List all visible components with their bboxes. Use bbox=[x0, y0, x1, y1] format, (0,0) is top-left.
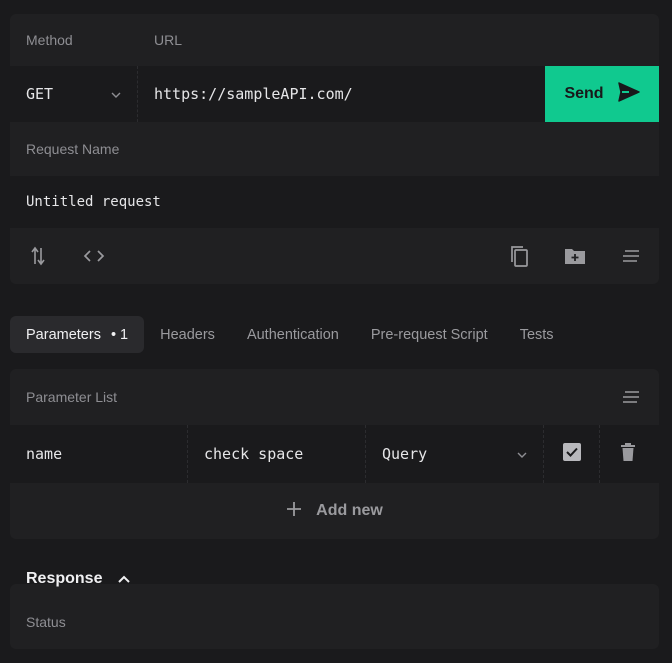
parameters-card: Parameter List name check space Query Ad… bbox=[10, 369, 659, 539]
send-button[interactable]: Send bbox=[545, 66, 659, 122]
request-name-input[interactable]: Untitled request bbox=[10, 176, 659, 228]
parameter-list-header: Parameter List bbox=[10, 369, 659, 425]
add-new-parameter-button[interactable]: Add new bbox=[10, 483, 659, 539]
request-labels-row: Method URL bbox=[10, 14, 659, 66]
response-card: Status bbox=[10, 584, 659, 649]
method-label: Method bbox=[26, 32, 73, 48]
response-title: Response bbox=[26, 570, 103, 587]
table-row: name check space Query bbox=[10, 425, 659, 483]
request-toolbar bbox=[10, 228, 659, 284]
url-label: URL bbox=[154, 32, 183, 48]
param-enabled-checkbox[interactable] bbox=[544, 425, 600, 483]
response-toggle[interactable]: Response bbox=[26, 570, 131, 588]
add-new-label: Add new bbox=[316, 502, 383, 519]
param-delete-button[interactable] bbox=[600, 425, 656, 483]
code-icon[interactable] bbox=[82, 244, 106, 268]
url-input[interactable]: https://sampleAPI.com/ bbox=[138, 66, 545, 122]
trash-icon bbox=[621, 443, 635, 465]
method-value: GET bbox=[26, 85, 54, 103]
folder-add-icon[interactable] bbox=[563, 244, 587, 268]
status-label: Status bbox=[26, 614, 66, 630]
chevron-down-icon bbox=[517, 448, 527, 461]
wrap-lines-icon[interactable] bbox=[619, 244, 643, 268]
tab-pre-request-script[interactable]: Pre-request Script bbox=[355, 316, 504, 353]
tab-parameters[interactable]: Parameters • 1 bbox=[10, 316, 145, 353]
parameter-list-title: Parameter List bbox=[26, 389, 118, 405]
tab-authentication[interactable]: Authentication bbox=[231, 316, 355, 353]
request-name-label: Request Name bbox=[26, 141, 120, 157]
send-icon bbox=[617, 81, 640, 107]
method-select[interactable]: GET bbox=[10, 66, 138, 122]
swap-vertical-icon[interactable] bbox=[26, 244, 50, 268]
request-card: Method URL GET https://sampleAPI.com/ Se… bbox=[10, 14, 659, 284]
tab-parameters-count: • 1 bbox=[110, 326, 129, 343]
send-label: Send bbox=[564, 85, 604, 102]
tab-tests[interactable]: Tests bbox=[504, 316, 570, 353]
param-value-input[interactable]: check space bbox=[188, 425, 366, 483]
param-key-input[interactable]: name bbox=[10, 425, 188, 483]
request-name-label-row: Request Name bbox=[10, 122, 659, 176]
tab-headers[interactable]: Headers bbox=[144, 316, 231, 353]
url-row: GET https://sampleAPI.com/ Send bbox=[10, 66, 659, 122]
wrap-lines-icon[interactable] bbox=[619, 385, 643, 409]
chevron-up-icon bbox=[118, 570, 131, 588]
param-type-select[interactable]: Query bbox=[366, 425, 544, 483]
checkbox-checked-icon bbox=[562, 443, 581, 465]
chevron-down-icon bbox=[111, 88, 121, 101]
plus-icon bbox=[286, 501, 302, 522]
copy-icon[interactable] bbox=[507, 244, 531, 268]
request-tabs: Parameters • 1 Headers Authentication Pr… bbox=[10, 316, 570, 353]
param-type-value: Query bbox=[382, 445, 428, 463]
tab-parameters-label: Parameters bbox=[26, 326, 101, 343]
